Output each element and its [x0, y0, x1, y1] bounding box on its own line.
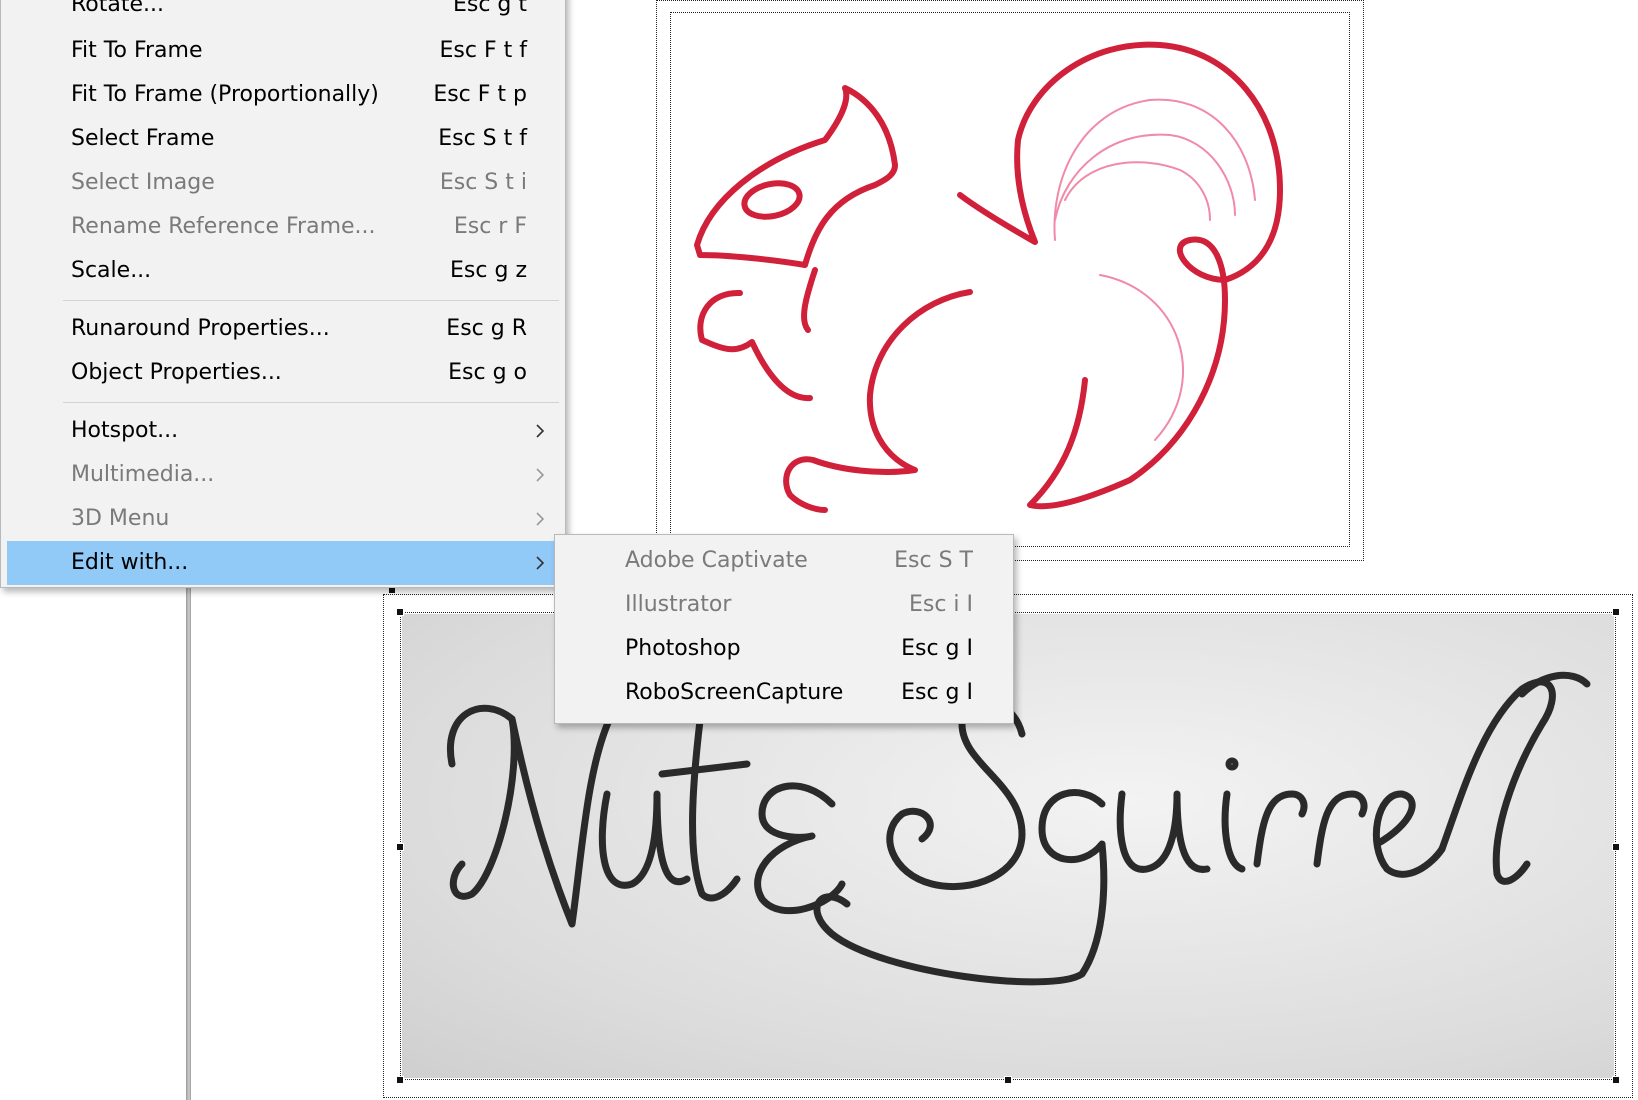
menu-item-shortcut: Esc F t p [433, 82, 527, 107]
menu-item-label: Object Properties... [71, 360, 282, 385]
menu-item-shortcut: Esc F t f [439, 38, 527, 63]
menu-separator [63, 300, 559, 301]
submenu-item-adobe-captivate: Adobe Captivate Esc S T [557, 539, 1011, 583]
menu-item-label: Rename Reference Frame... [71, 214, 376, 239]
submenu-item-illustrator: Illustrator Esc i I [557, 583, 1011, 627]
menu-item-multimedia: Multimedia... [7, 453, 559, 497]
menu-item-fit-to-frame[interactable]: Fit To Frame Esc F t f [7, 29, 559, 73]
menu-item-hotspot[interactable]: Hotspot... [7, 409, 559, 453]
menu-separator [63, 402, 559, 403]
resize-handle-bottom-left[interactable] [396, 1076, 404, 1084]
edit-with-submenu: Adobe Captivate Esc S T Illustrator Esc … [554, 534, 1014, 724]
context-menu: Rotate... Esc g t Fit To Frame Esc F t f… [0, 0, 566, 588]
menu-item-fit-to-frame-proportionally[interactable]: Fit To Frame (Proportionally) Esc F t p [7, 73, 559, 117]
submenu-item-label: Illustrator [625, 592, 732, 617]
resize-handle-mid-right[interactable] [1612, 843, 1620, 851]
menu-item-label: Select Frame [71, 126, 215, 151]
menu-item-label: Fit To Frame (Proportionally) [71, 82, 379, 107]
menu-item-shortcut: Esc g o [448, 360, 527, 385]
chevron-right-icon [536, 468, 545, 482]
menu-item-label: Hotspot... [71, 418, 179, 443]
menu-item-select-image: Select Image Esc S t i [7, 161, 559, 205]
submenu-item-label: Adobe Captivate [625, 548, 808, 573]
resize-handle-bottom-center[interactable] [1004, 1076, 1012, 1084]
menu-item-object-properties[interactable]: Object Properties... Esc g o [7, 351, 559, 395]
menu-item-rotate[interactable]: Rotate... Esc g t [7, 0, 559, 27]
chevron-right-icon [536, 424, 545, 438]
submenu-item-label: Photoshop [625, 636, 741, 661]
menu-item-shortcut: Esc S t f [438, 126, 527, 151]
submenu-item-photoshop[interactable]: Photoshop Esc g I [557, 627, 1011, 671]
menu-item-label: Edit with... [71, 550, 189, 575]
resize-handle-mid-left[interactable] [396, 843, 404, 851]
menu-item-runaround-properties[interactable]: Runaround Properties... Esc g R [7, 307, 559, 351]
resize-handle-top-left[interactable] [396, 608, 404, 616]
menu-item-label: Select Image [71, 170, 215, 195]
menu-item-3d-menu: 3D Menu [7, 497, 559, 541]
menu-item-label: 3D Menu [71, 506, 170, 531]
menu-item-rename-reference-frame: Rename Reference Frame... Esc r F [7, 205, 559, 249]
submenu-item-label: RoboScreenCapture [625, 680, 844, 705]
chevron-right-icon [536, 512, 545, 526]
menu-item-label: Scale... [71, 258, 152, 283]
resize-handle-top-right[interactable] [1612, 608, 1620, 616]
submenu-item-roboscreencapture[interactable]: RoboScreenCapture Esc g I [557, 671, 1011, 715]
submenu-item-shortcut: Esc g I [901, 680, 973, 705]
menu-item-shortcut: Esc g t [452, 0, 527, 17]
menu-item-shortcut: Esc g z [450, 258, 527, 283]
submenu-item-shortcut: Esc i I [908, 592, 973, 617]
resize-handle-bottom-right[interactable] [1612, 1076, 1620, 1084]
column-guide [186, 560, 191, 1100]
menu-item-shortcut: Esc r F [453, 214, 527, 239]
menu-item-shortcut: Esc g R [446, 316, 527, 341]
submenu-item-shortcut: Esc S T [894, 548, 973, 573]
menu-item-shortcut: Esc S t i [439, 170, 527, 195]
menu-item-scale[interactable]: Scale... Esc g z [7, 249, 559, 293]
menu-item-label: Rotate... [71, 0, 165, 17]
menu-item-label: Fit To Frame [71, 38, 203, 63]
chevron-right-icon [536, 556, 545, 570]
submenu-item-shortcut: Esc g I [901, 636, 973, 661]
menu-item-label: Multimedia... [71, 462, 215, 487]
squirrel-logo-icon[interactable] [680, 30, 1340, 530]
menu-item-edit-with[interactable]: Edit with... [7, 541, 559, 585]
menu-item-label: Runaround Properties... [71, 316, 330, 341]
menu-item-select-frame[interactable]: Select Frame Esc S t f [7, 117, 559, 161]
